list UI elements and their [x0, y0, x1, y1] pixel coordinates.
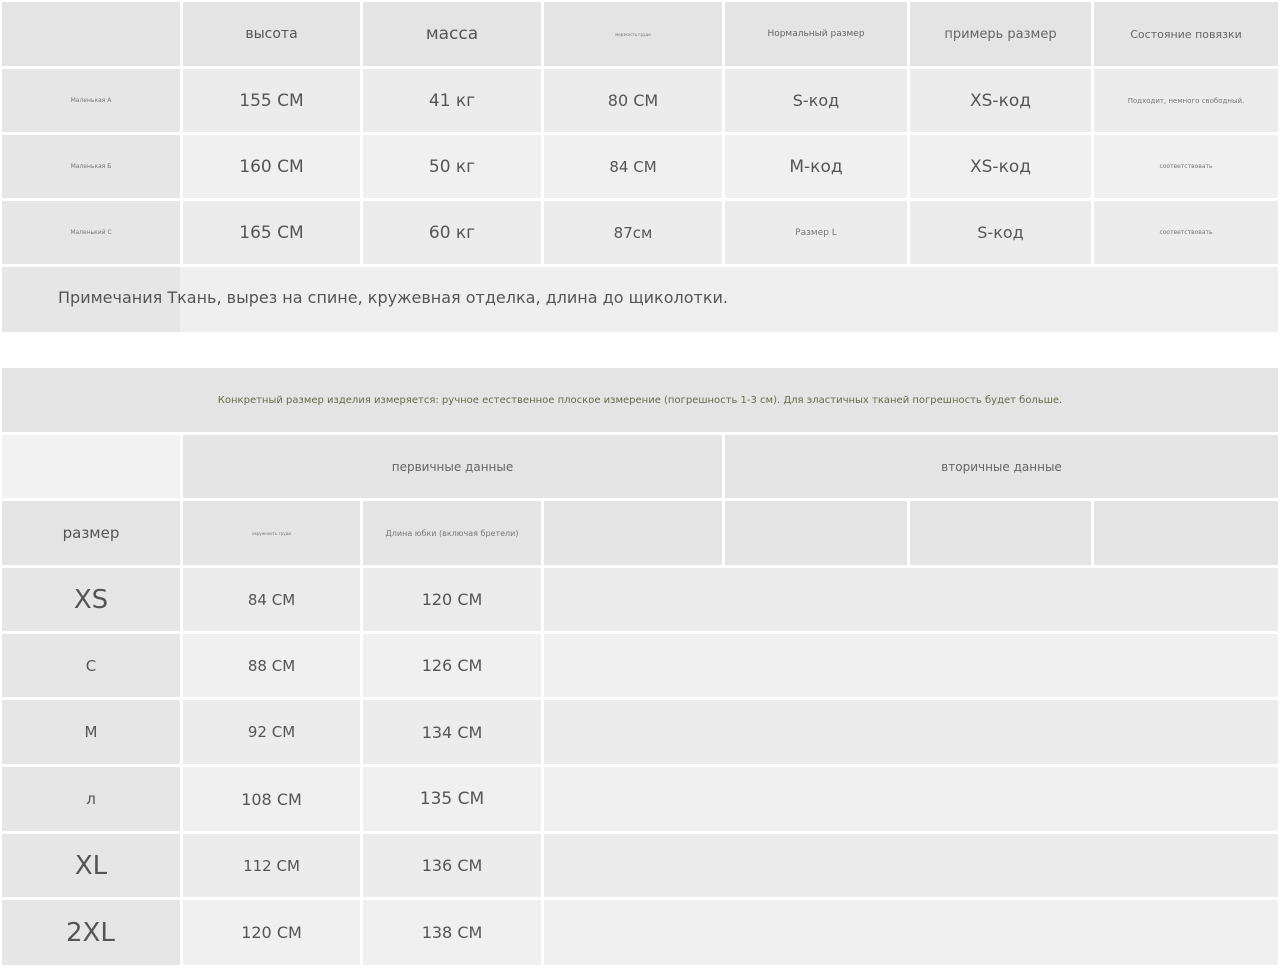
cell-tried-a: XS-код [910, 69, 1091, 132]
row-empty-xl [544, 834, 1278, 897]
col-empty-4 [1094, 501, 1278, 565]
row-empty-xs [544, 568, 1278, 631]
length-s: 126 СМ [363, 634, 541, 697]
length-xl: 136 СМ [363, 834, 541, 897]
col-length: Длина юбки (включая бретели) [363, 501, 541, 565]
measure-note: Конкретный размер изделия измеряется: ру… [2, 368, 1278, 432]
header-mass: масса [363, 2, 541, 66]
col-empty-1 [544, 501, 722, 565]
size-xl: XL [2, 834, 180, 897]
group-secondary: вторичные данные [725, 435, 1278, 498]
col-size: размер [2, 501, 180, 565]
cell-fit-a: Подходит, немного свободный. [1094, 69, 1278, 132]
cell-height-c: 165 СМ [183, 201, 360, 264]
cell-height-a: 155 СМ [183, 69, 360, 132]
cell-chest-a: 80 СМ [544, 69, 722, 132]
row-label-a: Маленькая A [2, 69, 180, 132]
col-empty-2 [725, 501, 907, 565]
chest-l: 108 СМ [183, 767, 360, 831]
group-corner [2, 435, 180, 498]
header-tried-size: примерь размер [910, 2, 1091, 66]
header-chest: мерзкость груди [544, 2, 722, 66]
row-label-b: Маленькая Б [2, 135, 180, 198]
row-empty-m [544, 700, 1278, 764]
chest-2xl: 120 СМ [183, 900, 360, 965]
length-2xl: 138 СМ [363, 900, 541, 965]
length-l: 135 СМ [363, 767, 541, 831]
cell-chest-b: 84 СМ [544, 135, 722, 198]
header-height: высота [183, 2, 360, 66]
cell-normal-c: Размер L [725, 201, 907, 264]
table-note: Примечания Ткань, вырез на спине, кружев… [58, 288, 728, 307]
chest-xl: 112 СМ [183, 834, 360, 897]
size-xs: XS [2, 568, 180, 631]
size-l: л [2, 767, 180, 831]
cell-mass-b: 50 кг [363, 135, 541, 198]
header-fit-status: Состояние повязки [1094, 2, 1278, 66]
row-label-c: Маленький С [2, 201, 180, 264]
group-primary: первичные данные [183, 435, 722, 498]
cell-tried-c: S-код [910, 201, 1091, 264]
cell-chest-c: 87см [544, 201, 722, 264]
cell-fit-b: соответствовать [1094, 135, 1278, 198]
size-m: М [2, 700, 180, 764]
cell-fit-c: соответствовать [1094, 201, 1278, 264]
cell-tried-b: XS-код [910, 135, 1091, 198]
cell-normal-a: S-код [725, 69, 907, 132]
row-empty-s [544, 634, 1278, 697]
cell-height-b: 160 СМ [183, 135, 360, 198]
header-normal-size: Нормальный размер [725, 2, 907, 66]
chest-xs: 84 СМ [183, 568, 360, 631]
col-empty-3 [910, 501, 1091, 565]
header-corner [2, 2, 180, 66]
length-xs: 120 СМ [363, 568, 541, 631]
chest-m: 92 СМ [183, 700, 360, 764]
row-empty-2xl [544, 900, 1278, 965]
chest-s: 88 СМ [183, 634, 360, 697]
cell-mass-c: 60 кг [363, 201, 541, 264]
size-s: С [2, 634, 180, 697]
length-m: 134 СМ [363, 700, 541, 764]
size-2xl: 2XL [2, 900, 180, 965]
cell-normal-b: М-код [725, 135, 907, 198]
cell-mass-a: 41 кг [363, 69, 541, 132]
row-empty-l [544, 767, 1278, 831]
col-chest: окружность груди [183, 501, 360, 565]
